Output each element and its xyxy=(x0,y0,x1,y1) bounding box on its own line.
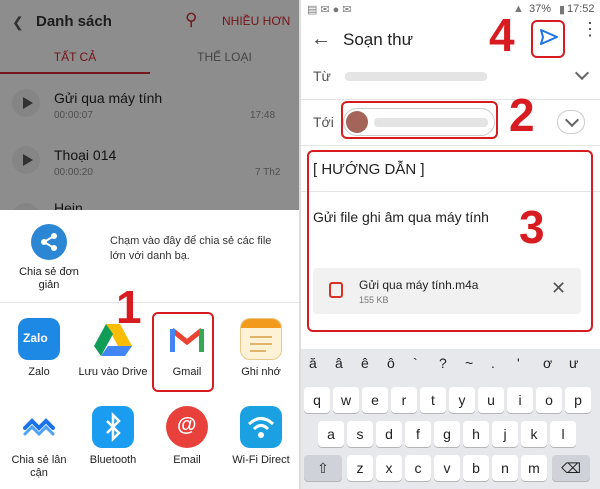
key-l[interactable]: l xyxy=(550,421,576,447)
key-z[interactable]: z xyxy=(347,455,373,481)
key-a[interactable]: a xyxy=(318,421,344,447)
key[interactable]: ~ xyxy=(465,355,491,371)
sender-email xyxy=(345,72,487,81)
email-icon: @ xyxy=(166,406,208,448)
easy-share-label: Chia sẻ đơn giản xyxy=(19,266,79,291)
key-f[interactable]: f xyxy=(405,421,431,447)
share-app-notes[interactable]: Ghi nhớ xyxy=(224,318,298,402)
key-t[interactable]: t xyxy=(420,387,446,413)
notes-icon xyxy=(240,318,282,360)
from-field[interactable]: Từ xyxy=(301,60,600,100)
share-app-bluetooth[interactable]: Bluetooth xyxy=(76,406,150,489)
step-1-label: 1 xyxy=(116,281,142,333)
app-label: Wi-Fi Direct xyxy=(232,454,290,466)
battery-percent: 37% xyxy=(529,3,552,15)
easy-share-item[interactable]: Chia sẻ đơn giản xyxy=(12,224,86,292)
key-j[interactable]: j xyxy=(492,421,518,447)
key-r[interactable]: r xyxy=(391,387,417,413)
app-label: Ghi nhớ xyxy=(241,366,281,378)
gmail-compose-screen: ▤✉●✉ ▲ 37% ▮ 17:52 ← Soạn thư ⋮ 4 Từ Tới… xyxy=(301,0,600,489)
key[interactable]: ' xyxy=(517,355,543,371)
key-x[interactable]: x xyxy=(376,455,402,481)
step-4-label: 4 xyxy=(489,9,515,61)
accent-keys[interactable]: ă â ê ô `? ~. ' ơ ư xyxy=(309,355,595,371)
key-y[interactable]: y xyxy=(449,387,475,413)
key-m[interactable]: m xyxy=(521,455,547,481)
back-arrow-icon[interactable]: ← xyxy=(311,28,331,51)
app-label: Chia sẻ lân cận xyxy=(11,454,67,479)
key[interactable]: ? xyxy=(439,355,465,371)
backspace-key[interactable]: ⌫ xyxy=(552,455,590,481)
share-app-zalo[interactable]: Zalo Zalo xyxy=(2,318,76,402)
recipient-expand-button[interactable] xyxy=(557,110,585,134)
key-c[interactable]: c xyxy=(405,455,431,481)
body-highlight-box xyxy=(307,150,593,332)
compose-title: Soạn thư xyxy=(343,30,413,49)
key[interactable]: ơ xyxy=(543,355,569,371)
share-sheet-screen: ❮ Danh sách ⚲ NHIỀU HƠN TẤT CẢ THỂ LOẠI … xyxy=(0,0,299,489)
app-label: Email xyxy=(173,454,201,466)
zalo-icon: Zalo xyxy=(18,318,60,360)
key-k[interactable]: k xyxy=(521,421,547,447)
divider xyxy=(0,302,299,303)
key[interactable]: ` xyxy=(413,355,439,371)
dim-overlay xyxy=(0,0,299,210)
share-icon xyxy=(31,224,67,260)
share-app-email[interactable]: @ Email xyxy=(150,406,224,489)
key-p[interactable]: p xyxy=(565,387,591,413)
keyboard: ă â ê ô `? ~. ' ơ ư q w e r t y u i o p a s d f … xyxy=(301,349,600,489)
from-label: Từ xyxy=(313,68,331,84)
app-label: Zalo xyxy=(28,366,50,378)
notification-icons: ▤✉●✉ xyxy=(307,4,355,16)
key-e[interactable]: e xyxy=(362,387,388,413)
recipient-highlight-box xyxy=(341,101,498,139)
key[interactable]: ư xyxy=(569,355,593,371)
step-2-label: 2 xyxy=(509,89,535,141)
step-3-label: 3 xyxy=(519,201,545,253)
more-options-icon[interactable]: ⋮ xyxy=(581,20,599,38)
bluetooth-icon xyxy=(92,406,134,448)
key[interactable]: â xyxy=(335,355,361,371)
chevron-down-icon xyxy=(564,112,580,128)
battery-icon: ▮ xyxy=(559,4,566,16)
key-i[interactable]: i xyxy=(507,387,533,413)
key-v[interactable]: v xyxy=(434,455,460,481)
share-sheet: Chia sẻ đơn giản Chạm vào đây để chia sẻ… xyxy=(0,210,299,489)
chevron-down-icon[interactable] xyxy=(574,65,590,81)
key-b[interactable]: b xyxy=(463,455,489,481)
wifi-direct-icon xyxy=(240,406,282,448)
key-h[interactable]: h xyxy=(463,421,489,447)
easy-share-hint: Chạm vào đây để chia sẻ các file lớn với… xyxy=(110,235,272,262)
key[interactable]: ô xyxy=(387,355,413,371)
key-q[interactable]: q xyxy=(304,387,330,413)
key-w[interactable]: w xyxy=(333,387,359,413)
shift-key[interactable]: ⇧ xyxy=(304,455,342,481)
key-n[interactable]: n xyxy=(492,455,518,481)
send-highlight-box xyxy=(531,20,565,58)
key-o[interactable]: o xyxy=(536,387,562,413)
share-app-nearby[interactable]: Chia sẻ lân cận xyxy=(2,406,76,489)
status-bar: ▤✉●✉ ▲ 37% ▮ 17:52 xyxy=(301,0,600,20)
key-d[interactable]: d xyxy=(376,421,402,447)
key[interactable]: ă xyxy=(309,355,335,371)
key-u[interactable]: u xyxy=(478,387,504,413)
gmail-highlight-box xyxy=(152,312,214,392)
key-s[interactable]: s xyxy=(347,421,373,447)
key[interactable]: ê xyxy=(361,355,387,371)
app-label: Lưu vào Drive xyxy=(78,366,148,378)
share-app-wifi-direct[interactable]: Wi-Fi Direct xyxy=(224,406,298,489)
to-label: Tới xyxy=(313,114,334,130)
app-label: Bluetooth xyxy=(89,454,137,466)
nearby-share-icon xyxy=(18,406,60,448)
key[interactable]: . xyxy=(491,355,517,371)
keyboard-accent-row: ă â ê ô `? ~. ' ơ ư xyxy=(301,349,600,379)
key-g[interactable]: g xyxy=(434,421,460,447)
status-time: 17:52 xyxy=(567,3,595,15)
